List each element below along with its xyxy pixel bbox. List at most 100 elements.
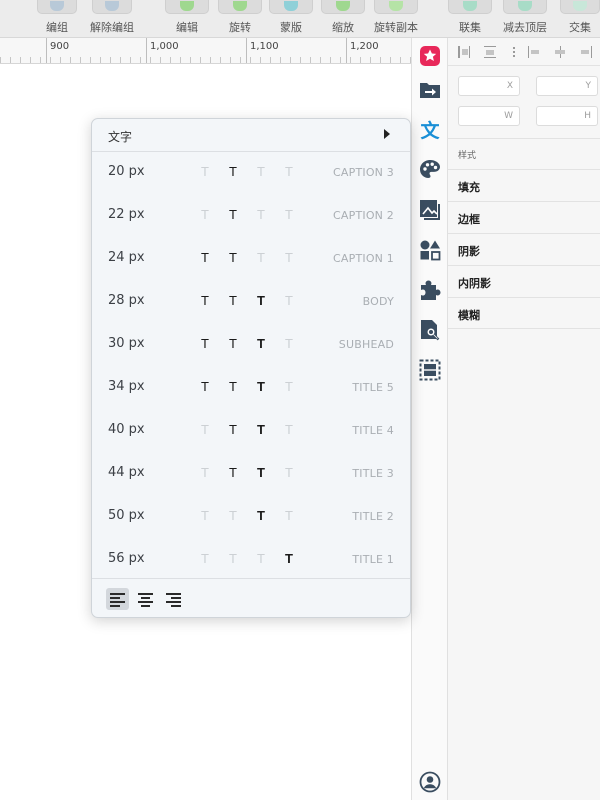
height-field[interactable]: H <box>536 106 598 126</box>
type-scale-row[interactable]: 24 px T T T T CAPTION 1 <box>92 238 410 281</box>
weight-toggle-1[interactable]: T <box>199 207 211 222</box>
weight-toggle-2[interactable]: T <box>227 551 239 566</box>
intersect-icon <box>573 1 587 11</box>
weight-toggle-4[interactable]: T <box>283 164 295 179</box>
align-top-edge-icon[interactable] <box>484 46 496 58</box>
weight-toggle-2[interactable]: T <box>227 379 239 394</box>
type-scale-row[interactable]: 28 px T T T T BODY <box>92 281 410 324</box>
weight-toggle-3[interactable]: T <box>255 422 267 437</box>
weight-toggle-3[interactable]: T <box>255 164 267 179</box>
popup-header[interactable]: 文字 <box>92 119 410 152</box>
weight-toggle-2[interactable]: T <box>227 207 239 222</box>
weight-toggle-4[interactable]: T <box>283 551 295 566</box>
weight-toggle-4[interactable]: T <box>283 207 295 222</box>
document-search-icon[interactable] <box>418 318 442 342</box>
border-section[interactable]: 边框 <box>448 201 600 233</box>
weight-toggle-3[interactable]: T <box>255 293 267 308</box>
weight-toggle-3[interactable]: T <box>255 465 267 480</box>
subtract-button[interactable]: 减去顶层 <box>500 0 550 38</box>
user-avatar-icon[interactable] <box>418 770 442 794</box>
weight-toggle-4[interactable]: T <box>283 508 295 523</box>
group-button[interactable]: 编组 <box>34 0 80 38</box>
selection-frame-icon[interactable] <box>418 358 442 382</box>
weight-toggle-2[interactable]: T <box>227 293 239 308</box>
weight-toggle-3[interactable]: T <box>255 379 267 394</box>
edit-button[interactable]: 编辑 <box>163 0 211 38</box>
weight-toggle-3[interactable]: T <box>255 551 267 566</box>
type-scale-row[interactable]: 34 px T T T T TITLE 5 <box>92 367 410 410</box>
width-field[interactable]: W <box>458 106 520 126</box>
weight-toggle-3[interactable]: T <box>255 336 267 351</box>
weight-toggle-4[interactable]: T <box>283 336 295 351</box>
puzzle-icon[interactable] <box>418 278 442 302</box>
weight-toggle-2[interactable]: T <box>227 508 239 523</box>
toolbar-label: 交集 <box>569 21 591 34</box>
mask-button[interactable]: 蒙版 <box>268 0 314 38</box>
weight-toggle-1[interactable]: T <box>199 422 211 437</box>
x-field[interactable]: X <box>458 76 520 96</box>
weight-toggle-1[interactable]: T <box>199 465 211 480</box>
rotate-button[interactable]: 旋转 <box>217 0 263 38</box>
weight-toggle-4[interactable]: T <box>283 422 295 437</box>
type-scale-row[interactable]: 20 px T T T T CAPTION 3 <box>92 152 410 195</box>
weight-toggle-2[interactable]: T <box>227 422 239 437</box>
toolbar-label: 联集 <box>459 21 481 34</box>
submenu-arrow-icon[interactable] <box>384 129 390 139</box>
type-scale-row[interactable]: 44 px T T T T TITLE 3 <box>92 453 410 496</box>
y-field[interactable]: Y <box>536 76 598 96</box>
align-left-edge-icon[interactable] <box>458 46 470 58</box>
style-name-label: SUBHEAD <box>338 338 394 351</box>
intersect-button[interactable]: 交集 <box>560 0 600 38</box>
weight-toggle-4[interactable]: T <box>283 293 295 308</box>
weight-toggle-1[interactable]: T <box>199 293 211 308</box>
weight-toggle-1[interactable]: T <box>199 508 211 523</box>
weight-toggle-1[interactable]: T <box>199 164 211 179</box>
more-options-icon[interactable] <box>508 46 520 58</box>
weight-toggle-4[interactable]: T <box>283 465 295 480</box>
weight-toggle-2[interactable]: T <box>227 250 239 265</box>
weight-toggle-3[interactable]: T <box>255 250 267 265</box>
align-left-icon[interactable] <box>528 46 540 58</box>
type-scale-row[interactable]: 56 px T T T T TITLE 1 <box>92 539 410 582</box>
star-badge-icon[interactable] <box>418 44 442 68</box>
type-scale-row[interactable]: 22 px T T T T CAPTION 2 <box>92 195 410 238</box>
weight-toggle-2[interactable]: T <box>227 465 239 480</box>
weight-toggle-1[interactable]: T <box>199 379 211 394</box>
fill-section[interactable]: 填充 <box>448 169 600 201</box>
type-scale-row[interactable]: 50 px T T T T TITLE 2 <box>92 496 410 539</box>
weight-toggle-4[interactable]: T <box>283 379 295 394</box>
folder-arrow-icon[interactable] <box>418 78 442 102</box>
image-layers-icon[interactable] <box>418 198 442 222</box>
inspector-panel: X Y W H 样式 填充 边框 阴影 内阴影 模糊 <box>448 38 600 800</box>
weight-toggle-1[interactable]: T <box>199 551 211 566</box>
align-left-icon[interactable] <box>106 588 129 610</box>
text-wen-icon[interactable]: 文 <box>418 117 442 142</box>
weight-toggle-1[interactable]: T <box>199 250 211 265</box>
rotate-copy-button[interactable]: 旋转副本 <box>370 0 422 38</box>
scale-button[interactable]: 缩放 <box>320 0 366 38</box>
shadow-section[interactable]: 阴影 <box>448 233 600 265</box>
ungroup-button[interactable]: 解除编组 <box>85 0 139 38</box>
union-button[interactable]: 联集 <box>447 0 493 38</box>
blur-section[interactable]: 模糊 <box>448 297 600 329</box>
font-size-label: 44 px <box>108 465 145 480</box>
weight-toggle-3[interactable]: T <box>255 207 267 222</box>
palette-icon[interactable] <box>418 158 442 182</box>
align-right-icon[interactable] <box>580 46 592 58</box>
weight-toggle-1[interactable]: T <box>199 336 211 351</box>
type-scale-row[interactable]: 40 px T T T T TITLE 4 <box>92 410 410 453</box>
rotate-copy-icon <box>389 1 403 11</box>
font-size-label: 20 px <box>108 164 145 179</box>
weight-toggle-2[interactable]: T <box>227 336 239 351</box>
weight-toggle-4[interactable]: T <box>283 250 295 265</box>
align-center-icon[interactable] <box>554 46 566 58</box>
weight-toggle-2[interactable]: T <box>227 164 239 179</box>
align-right-icon[interactable] <box>162 588 185 610</box>
weight-toggle-3[interactable]: T <box>255 508 267 523</box>
type-scale-row[interactable]: 30 px T T T T SUBHEAD <box>92 324 410 367</box>
horizontal-ruler[interactable]: 900 1,000 1,100 1,200 <box>0 38 411 64</box>
align-center-icon[interactable] <box>134 588 157 610</box>
icon-rail: 文 <box>411 38 448 800</box>
inner-shadow-section[interactable]: 内阴影 <box>448 265 600 297</box>
shapes-icon[interactable] <box>418 238 442 262</box>
